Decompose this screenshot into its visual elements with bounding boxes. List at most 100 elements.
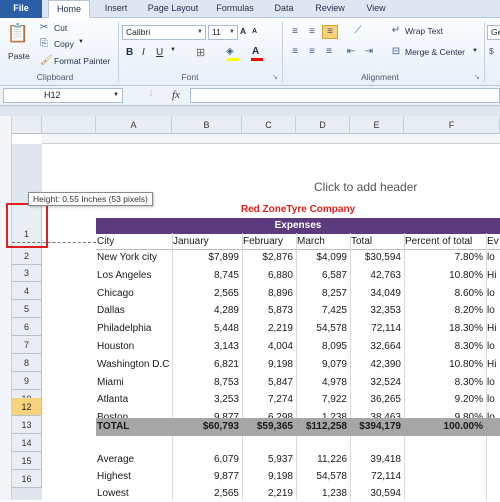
tab-home[interactable]: Home bbox=[48, 0, 90, 18]
dialog-launcher-icon[interactable]: ↘ bbox=[474, 73, 480, 81]
row-header-5[interactable]: 5 bbox=[12, 300, 42, 318]
sheet-title[interactable]: Red ZoneTyre Company bbox=[96, 202, 500, 218]
cell-percent[interactable]: 10.80% bbox=[404, 356, 486, 373]
cell-ev[interactable]: Hi bbox=[487, 356, 500, 373]
cell-percent[interactable]: 8.30% bbox=[404, 374, 486, 391]
font-size-select[interactable]: 11 ▼ bbox=[208, 25, 238, 40]
cell-percent[interactable]: 18.30% bbox=[404, 320, 486, 337]
stat-cell-january[interactable]: 9,877 bbox=[172, 468, 242, 485]
stat-cell-city[interactable]: Average bbox=[97, 451, 172, 468]
cell-january[interactable]: 8,745 bbox=[172, 267, 242, 284]
currency-icon[interactable]: $ bbox=[489, 46, 494, 56]
column-header-f[interactable]: F bbox=[404, 116, 500, 134]
cell-total[interactable]: 32,664 bbox=[350, 338, 404, 355]
column-header-b[interactable]: B bbox=[172, 116, 242, 134]
cell-february[interactable]: 9,198 bbox=[242, 356, 296, 373]
cell-ev[interactable]: lo bbox=[487, 338, 500, 355]
row-header-15[interactable]: 15 bbox=[12, 452, 42, 470]
decrease-indent-icon[interactable]: ⇤ bbox=[344, 46, 358, 58]
stat-cell-february[interactable]: 9,198 bbox=[242, 468, 296, 485]
tab-page-layout[interactable]: Page Layout bbox=[140, 0, 206, 18]
tab-view[interactable]: View bbox=[358, 0, 394, 18]
cell-march[interactable]: 6,587 bbox=[296, 267, 350, 284]
wrap-text-icon[interactable]: ↵ bbox=[390, 25, 402, 37]
stat-cell-total[interactable]: 30,594 bbox=[350, 485, 404, 502]
borders-icon[interactable]: ⊞ bbox=[196, 46, 205, 59]
header-placeholder[interactable]: Click to add header bbox=[314, 180, 417, 194]
total-label[interactable]: TOTAL bbox=[97, 418, 171, 435]
format-painter-icon[interactable]: 🖌 bbox=[40, 55, 53, 67]
number-format-select[interactable]: Ge bbox=[487, 25, 500, 40]
header-march[interactable]: March bbox=[297, 233, 350, 250]
stat-cell-january[interactable]: 6,079 bbox=[172, 451, 242, 468]
cell-percent[interactable]: 9.20% bbox=[404, 391, 486, 408]
stat-cell-march[interactable]: 54,578 bbox=[296, 468, 350, 485]
formula-bar-splitter-icon[interactable]: ⁞ bbox=[150, 91, 152, 98]
row-header-13[interactable]: 13 bbox=[12, 416, 42, 434]
cell-january[interactable]: 8,753 bbox=[172, 374, 242, 391]
paste-icon[interactable]: 📋 bbox=[6, 22, 30, 44]
cell-total[interactable]: 34,049 bbox=[350, 285, 404, 302]
cell-percent[interactable]: 8.20% bbox=[404, 302, 486, 319]
cell-march[interactable]: 7,922 bbox=[296, 391, 350, 408]
cell-percent[interactable]: 8.60% bbox=[404, 285, 486, 302]
font-color-icon[interactable]: A bbox=[252, 46, 259, 57]
align-bottom-icon[interactable]: ≡ bbox=[322, 25, 338, 39]
cell-january[interactable]: 5,448 bbox=[172, 320, 242, 337]
cell-february[interactable]: $2,876 bbox=[242, 249, 296, 266]
column-header-c[interactable]: C bbox=[242, 116, 296, 134]
cell-march[interactable]: 54,578 bbox=[296, 320, 350, 337]
header-january[interactable]: January bbox=[173, 233, 241, 250]
cell-march[interactable]: $4,099 bbox=[296, 249, 350, 266]
cell-january[interactable]: 6,821 bbox=[172, 356, 242, 373]
cell-city[interactable]: Atlanta bbox=[97, 391, 172, 408]
row-header-4[interactable]: 4 bbox=[12, 282, 42, 300]
cell-february[interactable]: 5,847 bbox=[242, 374, 296, 391]
row-header-16[interactable]: 16 bbox=[12, 470, 42, 488]
tab-insert[interactable]: Insert bbox=[96, 0, 136, 18]
tab-formulas[interactable]: Formulas bbox=[210, 0, 260, 18]
align-middle-icon[interactable]: ≡ bbox=[305, 26, 319, 38]
cut-button[interactable]: Cut bbox=[54, 23, 67, 33]
header-ev[interactable]: Ev bbox=[487, 233, 500, 250]
cell-city[interactable]: Los Angeles bbox=[97, 267, 172, 284]
header-city[interactable]: City bbox=[97, 233, 171, 250]
cell-march[interactable]: 8,095 bbox=[296, 338, 350, 355]
name-box[interactable]: H12 ▼ bbox=[3, 88, 123, 103]
cell-ev[interactable]: lo bbox=[487, 302, 500, 319]
stat-cell-march[interactable]: 1,238 bbox=[296, 485, 350, 502]
font-name-select[interactable]: Calibri ▼ bbox=[122, 25, 206, 40]
italic-icon[interactable]: I bbox=[142, 47, 145, 58]
column-header-d[interactable]: D bbox=[296, 116, 350, 134]
tab-data[interactable]: Data bbox=[266, 0, 302, 18]
shrink-font-icon[interactable]: A bbox=[252, 28, 257, 35]
cell-ev[interactable]: lo bbox=[487, 285, 500, 302]
chevron-down-icon[interactable]: ▼ bbox=[170, 47, 176, 53]
cell-january[interactable]: 3,253 bbox=[172, 391, 242, 408]
cell-city[interactable]: Chicago bbox=[97, 285, 172, 302]
cell-february[interactable]: 5,873 bbox=[242, 302, 296, 319]
row-header-9[interactable]: 9 bbox=[12, 372, 42, 390]
cell-march[interactable]: 9,079 bbox=[296, 356, 350, 373]
header-february[interactable]: February bbox=[243, 233, 296, 250]
paste-button[interactable]: Paste bbox=[8, 51, 30, 61]
header-total[interactable]: Total bbox=[351, 233, 404, 250]
cell-january[interactable]: 2,565 bbox=[172, 285, 242, 302]
cell-city[interactable]: Philadelphia bbox=[97, 320, 172, 337]
row-header-12[interactable]: 12 bbox=[12, 398, 42, 416]
cell-february[interactable]: 7,274 bbox=[242, 391, 296, 408]
total-total[interactable]: $394,179 bbox=[350, 418, 404, 435]
row-header-6[interactable]: 6 bbox=[12, 318, 42, 336]
horizontal-ruler[interactable] bbox=[42, 134, 500, 144]
merge-center-button[interactable]: Merge & Center bbox=[405, 47, 465, 57]
cell-total[interactable]: 32,524 bbox=[350, 374, 404, 391]
orientation-icon[interactable]: ⟋ bbox=[350, 25, 366, 37]
cell-percent[interactable]: 7.80% bbox=[404, 249, 486, 266]
column-header-a[interactable]: A bbox=[96, 116, 172, 134]
cell-ev[interactable]: Hi bbox=[487, 320, 500, 337]
cell-february[interactable]: 6,880 bbox=[242, 267, 296, 284]
formula-input[interactable] bbox=[190, 88, 500, 103]
cell-city[interactable]: Miami bbox=[97, 374, 172, 391]
stat-cell-total[interactable]: 72,114 bbox=[350, 468, 404, 485]
copy-button[interactable]: Copy bbox=[54, 39, 74, 49]
